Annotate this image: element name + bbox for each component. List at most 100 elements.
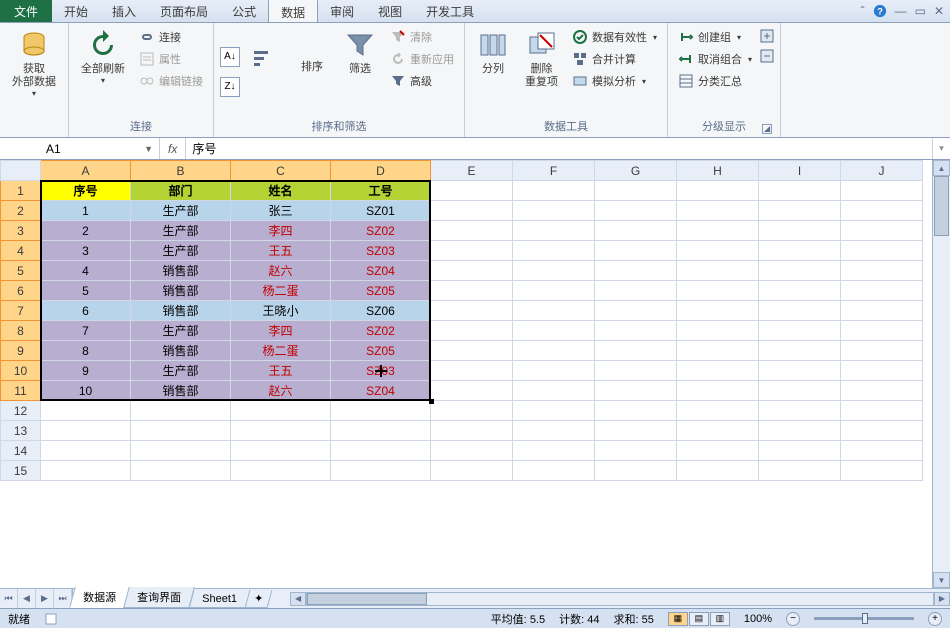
column-header-B[interactable]: B [131, 161, 231, 181]
cell-H1[interactable] [677, 181, 759, 201]
cell-B9[interactable]: 销售部 [131, 341, 231, 361]
fx-icon[interactable]: fx [168, 142, 177, 156]
consolidate-button[interactable]: 合并计算 [568, 49, 661, 69]
cell-A4[interactable]: 3 [41, 241, 131, 261]
zoom-slider[interactable] [814, 617, 914, 620]
cell-I11[interactable] [759, 381, 841, 401]
cell-A10[interactable]: 9 [41, 361, 131, 381]
cell-A8[interactable]: 7 [41, 321, 131, 341]
cell-G6[interactable] [595, 281, 677, 301]
cell-A3[interactable]: 2 [41, 221, 131, 241]
cell-J5[interactable] [841, 261, 923, 281]
cell-J8[interactable] [841, 321, 923, 341]
row-header-2[interactable]: 2 [1, 201, 41, 221]
row-header-8[interactable]: 8 [1, 321, 41, 341]
scroll-up-icon[interactable]: ▲ [933, 160, 950, 176]
cell-F11[interactable] [513, 381, 595, 401]
cell-J1[interactable] [841, 181, 923, 201]
cell-I12[interactable] [759, 401, 841, 421]
cell-H14[interactable] [677, 441, 759, 461]
cell-B10[interactable]: 生产部 [131, 361, 231, 381]
subtotal-button[interactable]: 分类汇总 [674, 71, 756, 91]
row-header-6[interactable]: 6 [1, 281, 41, 301]
cell-H7[interactable] [677, 301, 759, 321]
column-header-F[interactable]: F [513, 161, 595, 181]
cell-E4[interactable] [431, 241, 513, 261]
cell-D14[interactable] [331, 441, 431, 461]
cell-E10[interactable] [431, 361, 513, 381]
cell-F5[interactable] [513, 261, 595, 281]
vscroll-thumb[interactable] [934, 176, 949, 236]
menu-tab-插入[interactable]: 插入 [100, 0, 148, 22]
cell-D10[interactable]: SZ03 [331, 361, 431, 381]
text-to-columns-button[interactable]: 分列 [471, 27, 515, 116]
cell-I13[interactable] [759, 421, 841, 441]
zoom-knob[interactable] [862, 613, 868, 624]
connections-button[interactable]: 连接 [135, 27, 207, 47]
cell-E11[interactable] [431, 381, 513, 401]
whatif-button[interactable]: 模拟分析▾ [568, 71, 661, 91]
cell-B1[interactable]: 部门 [131, 181, 231, 201]
cell-C7[interactable]: 王晓小 [231, 301, 331, 321]
cell-D8[interactable]: SZ02 [331, 321, 431, 341]
cell-G15[interactable] [595, 461, 677, 481]
cell-J12[interactable] [841, 401, 923, 421]
page-layout-view-button[interactable]: ▤ [689, 612, 709, 626]
cell-F12[interactable] [513, 401, 595, 421]
cell-E12[interactable] [431, 401, 513, 421]
cell-D12[interactable] [331, 401, 431, 421]
collapse-icon[interactable] [760, 49, 774, 63]
row-header-5[interactable]: 5 [1, 261, 41, 281]
cell-A15[interactable] [41, 461, 131, 481]
cell-B15[interactable] [131, 461, 231, 481]
cell-C15[interactable] [231, 461, 331, 481]
cell-I15[interactable] [759, 461, 841, 481]
cell-E13[interactable] [431, 421, 513, 441]
cell-I9[interactable] [759, 341, 841, 361]
sort-desc-button[interactable]: Z↓ [220, 77, 240, 97]
cell-C9[interactable]: 杨二蛋 [231, 341, 331, 361]
first-sheet-icon[interactable]: ⏮ [0, 589, 18, 608]
cell-C2[interactable]: 张三 [231, 201, 331, 221]
cell-G10[interactable] [595, 361, 677, 381]
get-external-data-button[interactable]: 获取 外部数据 ▾ [6, 27, 62, 132]
next-sheet-icon[interactable]: ▶ [36, 589, 54, 608]
cell-D4[interactable]: SZ03 [331, 241, 431, 261]
row-header-9[interactable]: 9 [1, 341, 41, 361]
cell-F13[interactable] [513, 421, 595, 441]
outline-launcher-icon[interactable]: ◢ [762, 124, 772, 134]
cell-D13[interactable] [331, 421, 431, 441]
cell-A11[interactable]: 10 [41, 381, 131, 401]
cell-G13[interactable] [595, 421, 677, 441]
cell-I7[interactable] [759, 301, 841, 321]
prev-sheet-icon[interactable]: ◀ [18, 589, 36, 608]
window-restore-icon[interactable]: ▭ [915, 4, 926, 18]
cell-G4[interactable] [595, 241, 677, 261]
new-sheet-button[interactable]: ✦ [244, 590, 272, 608]
horizontal-scrollbar[interactable] [306, 592, 934, 606]
cell-H5[interactable] [677, 261, 759, 281]
cell-I10[interactable] [759, 361, 841, 381]
sheet-tab-Sheet1[interactable]: Sheet1 [189, 591, 250, 608]
cell-G7[interactable] [595, 301, 677, 321]
cell-F1[interactable] [513, 181, 595, 201]
cell-A6[interactable]: 5 [41, 281, 131, 301]
cell-B6[interactable]: 销售部 [131, 281, 231, 301]
ungroup-button[interactable]: 取消组合▾ [674, 49, 756, 69]
cell-I5[interactable] [759, 261, 841, 281]
cell-E1[interactable] [431, 181, 513, 201]
cell-H6[interactable] [677, 281, 759, 301]
cell-I6[interactable] [759, 281, 841, 301]
cell-B13[interactable] [131, 421, 231, 441]
cell-A14[interactable] [41, 441, 131, 461]
row-header-12[interactable]: 12 [1, 401, 41, 421]
cell-D15[interactable] [331, 461, 431, 481]
filter-button[interactable]: 筛选 [338, 27, 382, 116]
cell-G11[interactable] [595, 381, 677, 401]
cell-D7[interactable]: SZ06 [331, 301, 431, 321]
cell-J7[interactable] [841, 301, 923, 321]
cell-H2[interactable] [677, 201, 759, 221]
cell-C4[interactable]: 王五 [231, 241, 331, 261]
sort-asc-button[interactable]: A↓ [220, 47, 240, 67]
cell-J9[interactable] [841, 341, 923, 361]
